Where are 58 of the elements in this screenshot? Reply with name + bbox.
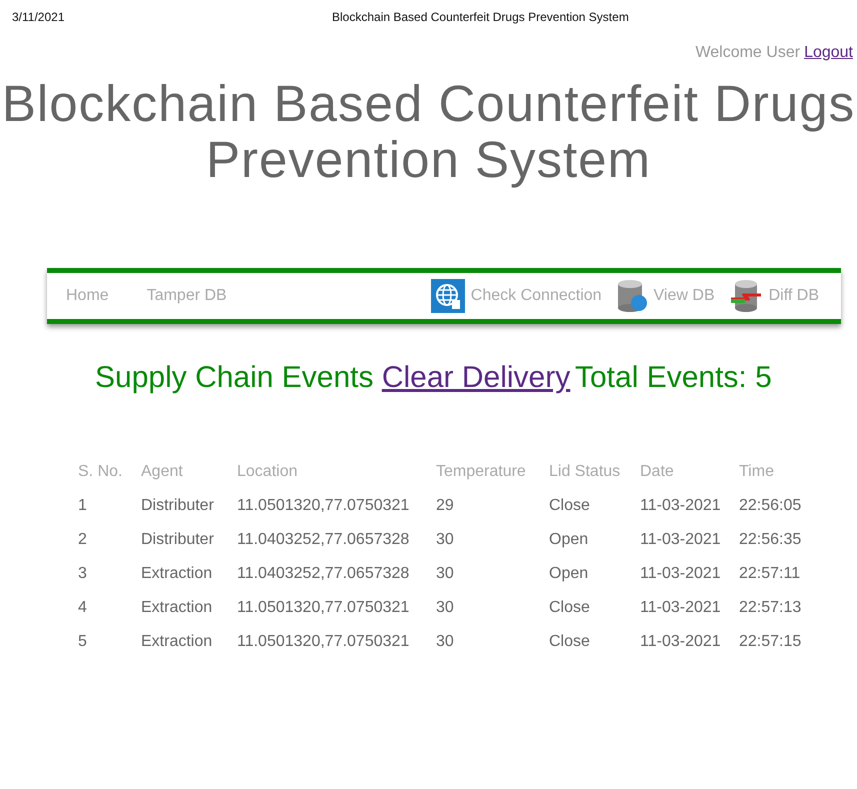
clear-delivery-link[interactable]: Clear Delivery (382, 361, 570, 394)
nav-link[interactable]: View DB (616, 279, 715, 313)
logout-link[interactable]: Logout (804, 44, 853, 62)
nav-link[interactable]: Home (66, 287, 109, 305)
table-cell-text: Close (549, 498, 591, 516)
table-cell-text: 29 (436, 498, 455, 516)
table-cell-text: 11.0501320,77.0750321 (237, 634, 410, 652)
table-cell: Distributer (141, 498, 237, 532)
table-cell-text: 3 (78, 566, 88, 584)
print-title: Blockchain Based Counterfeit Drugs Prevention System (332, 10, 629, 24)
table-cell-text: 11-03-2021 (640, 532, 722, 550)
table-cell-text: 11.0403252,77.0657328 (237, 532, 410, 550)
table-cell-text: 5 (78, 634, 88, 652)
table-cell-text: 22:57:15 (739, 634, 802, 652)
table-cell-text: 1 (78, 498, 88, 516)
nav-link[interactable]: Check Connection (430, 279, 602, 313)
globe-icon (430, 279, 465, 313)
database-arrows-icon (728, 279, 763, 313)
table-cell-text: 2 (78, 532, 88, 550)
table-cell-text: 11-03-2021 (640, 566, 722, 584)
table-cell-text: 22:56:35 (739, 532, 802, 550)
table-cell: Close (549, 600, 640, 634)
table-cell-text: 30 (436, 600, 455, 618)
table-cell-text: 11-03-2021 (640, 634, 722, 652)
table-cell-text: 11.0501320,77.0750321 (237, 498, 410, 516)
table-cell-text: 22:57:13 (739, 600, 802, 618)
table-cell-text: 11-03-2021 (640, 600, 722, 618)
database-icon (616, 279, 648, 313)
welcome-text: Welcome User (695, 44, 800, 62)
table-cell-text: 11-03-2021 (640, 498, 722, 516)
table-cell: Distributer (141, 532, 237, 566)
table-cell: Extraction (141, 600, 237, 634)
table-cell-text: 11.0403252,77.0657328 (237, 566, 410, 584)
column-header: Time (739, 464, 775, 482)
nav-link[interactable]: Diff DB (728, 279, 819, 313)
column-header: S. No. (78, 464, 141, 498)
table-cell-text: Close (549, 634, 591, 652)
column-header: Agent (141, 464, 237, 498)
table-cell-text: 11.0501320,77.0750321 (237, 600, 410, 618)
table-cell: Open (549, 566, 640, 600)
table-cell-text: 4 (78, 600, 88, 618)
events-heading: Supply Chain Events Clear Delivery (95, 362, 572, 394)
table-cell: Extraction (141, 566, 237, 600)
column-header: Date (640, 464, 739, 498)
column-header: Temperature (436, 464, 527, 482)
table-cell-text: 22:56:05 (739, 498, 802, 516)
table-cell-text: Extraction (141, 634, 214, 652)
total-events: Total Events: 5 (575, 362, 772, 394)
table-cell-text: 30 (436, 634, 455, 652)
table-cell-text: 30 (436, 566, 455, 584)
table-cell-text: Open (549, 532, 590, 550)
column-header: Location (237, 464, 436, 498)
print-date: 3/11/2021 (12, 10, 66, 24)
table-cell-text: 30 (436, 532, 455, 550)
nav-link[interactable]: Tamper DB (146, 287, 227, 305)
table-cell-text: 22:57:11 (739, 566, 802, 584)
page-title: Blockchain Based Counterfeit Drugs Prevention System (0, 76, 856, 188)
column-header: Lid Status (549, 464, 640, 498)
